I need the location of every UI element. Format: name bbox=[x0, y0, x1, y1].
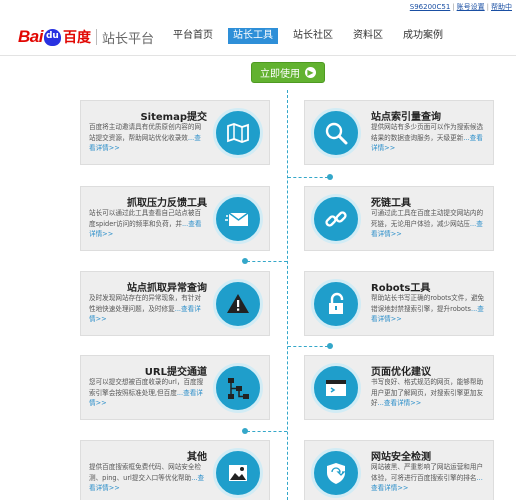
card-title: 死链工具 bbox=[371, 198, 411, 209]
card-title: 页面优化建议 bbox=[371, 367, 431, 378]
baidu-logo[interactable]: Bai 百度 站长平台 bbox=[18, 26, 154, 48]
username-link[interactable]: S96200C51 bbox=[410, 3, 451, 11]
timeline-connector bbox=[288, 177, 328, 178]
nav-item-tools[interactable]: 站长工具 bbox=[228, 28, 278, 44]
nav-item-home[interactable]: 平台首页 bbox=[168, 28, 218, 44]
nav-item-resources[interactable]: 资料区 bbox=[348, 28, 388, 44]
unlock-icon bbox=[311, 279, 361, 329]
tool-card-security[interactable]: 网站安全检测 网站被黑、严重影响了网站运营和用户体验，可将进行百度搜索引擎的排名… bbox=[304, 440, 494, 500]
card-desc: 提供百度搜索框免费代码、网站安全检测、ping、url提交入口等优化帮助...查… bbox=[89, 463, 205, 492]
tool-card-sitemap[interactable]: Sitemap提交 百度将主动邀请具有优质原创内容的网站提交资源，帮助网站优化收… bbox=[80, 100, 270, 165]
card-title: Sitemap提交 bbox=[140, 112, 207, 123]
paw-icon bbox=[43, 28, 61, 46]
card-title: Robots工具 bbox=[371, 283, 431, 294]
card-desc: 站长可以通过此工具查看自己站点被百度spider访问的频率和负荷，并...查看详… bbox=[89, 209, 202, 238]
logo-text: Bai bbox=[18, 27, 43, 46]
logo-divider bbox=[95, 29, 97, 45]
start-use-button[interactable]: 立即使用 ▶ bbox=[251, 62, 325, 83]
header: Bai 百度 站长平台 平台首页 站长工具 站长社区 资料区 成功案例 bbox=[0, 16, 516, 56]
shield-icon bbox=[311, 448, 361, 498]
nav-item-community[interactable]: 站长社区 bbox=[288, 28, 338, 44]
tool-card-crawl-errors[interactable]: 站点抓取异常查询 及时发现网站存在的异常现象，有针对性地快速处理问题，及时修复.… bbox=[80, 271, 270, 336]
card-desc: 网站被黑、严重影响了网站运营和用户体验，可将进行百度搜索引擎的排名...查看详情… bbox=[371, 463, 484, 492]
tool-card-page-optimization[interactable]: 页面优化建议 书写良好、格式规范的网页，能够帮助用户更加了解网页，对搜索引擎更加… bbox=[304, 355, 494, 420]
card-title: 站点抓取异常查询 bbox=[127, 283, 207, 294]
tool-card-other[interactable]: 其他 提供百度搜索框免费代码、网站安全检测、ping、url提交入口等优化帮助.… bbox=[80, 440, 270, 500]
search-icon bbox=[311, 108, 361, 158]
tool-card-crawl-pressure[interactable]: 抓取压力反馈工具 站长可以通过此工具查看自己站点被百度spider访问的频率和负… bbox=[80, 186, 270, 251]
help-link[interactable]: 帮助中 bbox=[491, 3, 512, 11]
broken-link-icon bbox=[311, 194, 361, 244]
card-desc: 及时发现网站存在的异常现象，有针对性地快速处理问题，及时修复...查看详情>> bbox=[89, 294, 202, 323]
tool-card-dead-link[interactable]: 死链工具 可通过此工具在百度主动提交网站内的死链，无论用户体验，减少网站压...… bbox=[304, 186, 494, 251]
nav-item-cases[interactable]: 成功案例 bbox=[398, 28, 448, 44]
timeline-connector bbox=[247, 261, 287, 262]
account-settings-link[interactable]: 账号设置 bbox=[457, 3, 485, 11]
tool-card-url-submit[interactable]: URL提交通道 您可以提交想被百度收录的url，百度搜索引擎会按照标准处理,但百… bbox=[80, 355, 270, 420]
main-nav: 平台首页 站长工具 站长社区 资料区 成功案例 bbox=[168, 28, 458, 44]
card-desc: 可通过此工具在百度主动提交网站内的死链，无论用户体验，减少网站压...查看详情>… bbox=[371, 209, 484, 238]
card-desc: 百度将主动邀请具有优质原创内容的网站提交资源，帮助网站优化收录效...查看详情>… bbox=[89, 123, 202, 152]
logo-cn-text: 百度 bbox=[62, 30, 91, 46]
top-user-links: S96200C51 | 账号设置 | 帮助中 bbox=[409, 3, 512, 11]
start-use-label: 立即使用 bbox=[260, 69, 300, 80]
card-desc: 提供网站有多少页面可以作为搜索候选结果的数据查询服务，天级更新...查看详情>> bbox=[371, 123, 484, 152]
timeline-connector bbox=[247, 431, 287, 432]
browser-icon bbox=[311, 363, 361, 413]
tool-card-index-query[interactable]: 站点索引量查询 提供网站有多少页面可以作为搜索候选结果的数据查询服务，天级更新.… bbox=[304, 100, 494, 165]
card-title: URL提交通道 bbox=[144, 367, 207, 378]
timeline-connector bbox=[288, 346, 328, 347]
card-title: 网站安全检测 bbox=[371, 452, 431, 463]
image-icon bbox=[213, 448, 263, 498]
map-icon bbox=[213, 108, 263, 158]
more-link[interactable]: ...查看详情>> bbox=[378, 399, 422, 407]
card-title: 站点索引量查询 bbox=[371, 112, 441, 123]
sitemap-icon bbox=[213, 363, 263, 413]
tool-card-robots[interactable]: Robots工具 帮助站长书写正确的robots文件，避免错误地封禁搜索引擎，提… bbox=[304, 271, 494, 336]
card-title: 抓取压力反馈工具 bbox=[127, 198, 207, 209]
mail-icon bbox=[213, 194, 263, 244]
card-desc: 书写良好、格式规范的网页，能够帮助用户更加了解网页，对搜索引擎更加友好...查看… bbox=[371, 378, 484, 407]
card-desc: 您可以提交想被百度收录的url，百度搜索引擎会按照标准处理,但百度...查看详情… bbox=[89, 378, 204, 407]
card-title: 其他 bbox=[187, 452, 207, 463]
warning-icon bbox=[213, 279, 263, 329]
timeline-line bbox=[287, 90, 288, 500]
arrow-right-icon: ▶ bbox=[305, 67, 316, 78]
site-name: 站长平台 bbox=[101, 31, 154, 47]
card-desc: 帮助站长书写正确的robots文件，避免错误地封禁搜索引擎，提升robots..… bbox=[371, 294, 485, 323]
